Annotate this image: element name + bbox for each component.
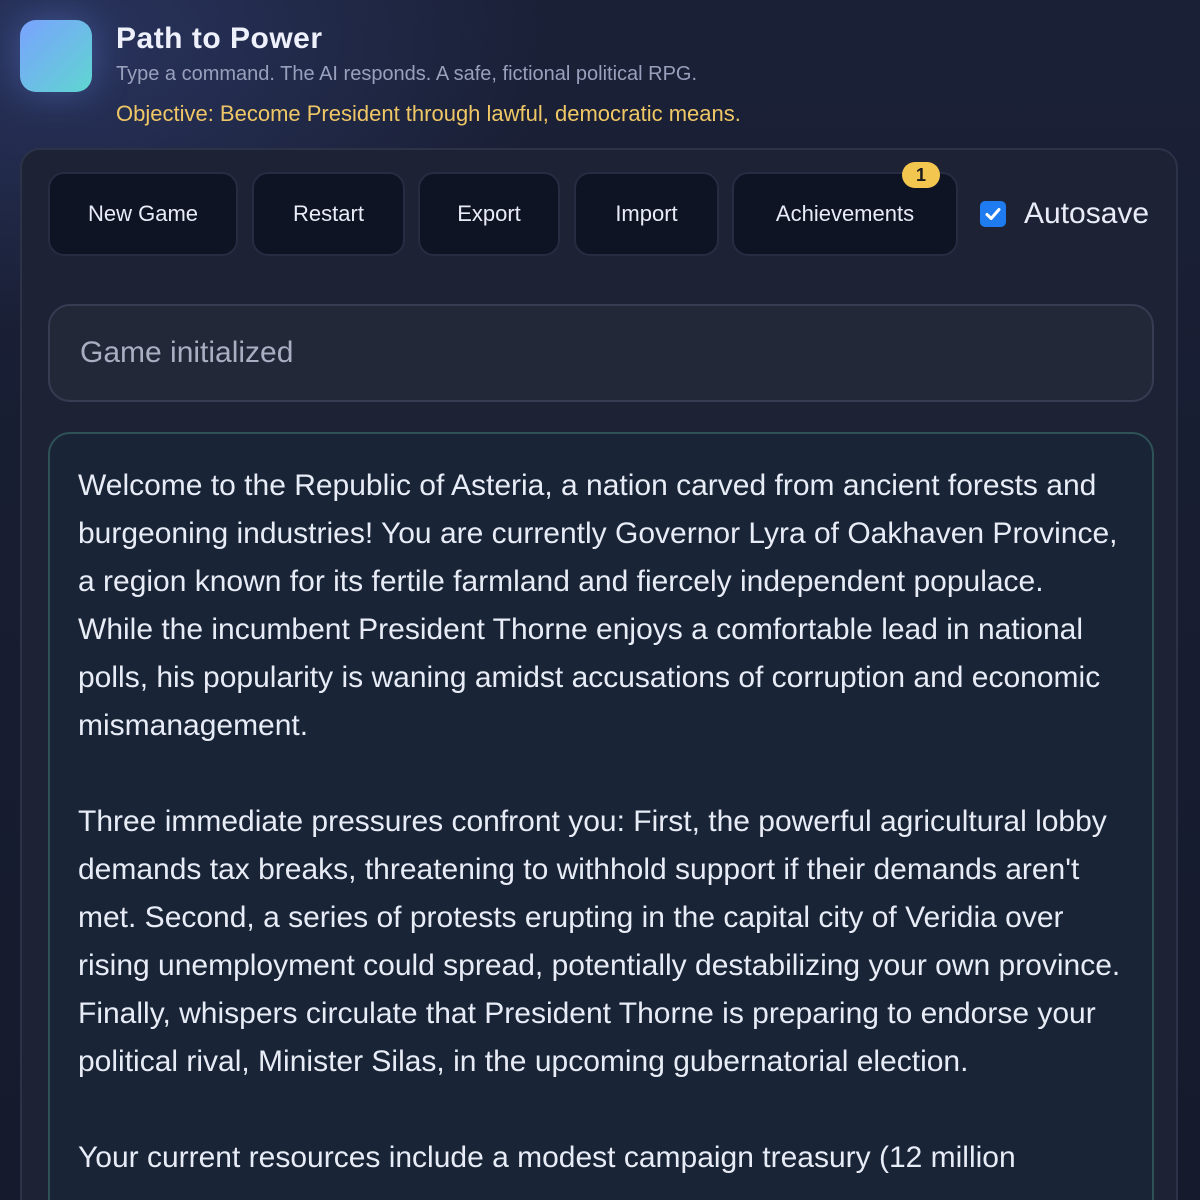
story-paragraph: Three immediate pressures confront you: … (78, 805, 1121, 1078)
achievements-label: Achievements (775, 201, 915, 226)
autosave-toggle[interactable]: Autosave (980, 172, 1149, 256)
autosave-checkbox[interactable] (980, 201, 1006, 227)
import-button[interactable]: Import (574, 172, 719, 256)
restart-button[interactable]: Restart (252, 172, 405, 256)
app-logo (20, 20, 92, 92)
export-button[interactable]: Export (418, 172, 560, 256)
story-log[interactable]: Welcome to the Republic of Asteria, a na… (48, 432, 1154, 1200)
story-paragraph: Your current resources include a modest … (78, 1141, 1016, 1174)
story-paragraph: Welcome to the Republic of Asteria, a na… (78, 469, 1118, 742)
new-game-button[interactable]: New Game (48, 172, 238, 256)
game-panel: New Game Restart Export Import Achieveme… (20, 148, 1178, 1200)
status-text: Game initialized (80, 336, 294, 369)
app-header: Path to Power Type a command. The AI res… (20, 20, 1180, 132)
checkmark-icon (985, 208, 1001, 220)
app-subtitle: Type a command. The AI responds. A safe,… (116, 63, 698, 85)
autosave-label: Autosave (1024, 197, 1150, 230)
app-title: Path to Power (116, 22, 323, 55)
objective-text: Objective: Become President through lawf… (116, 101, 741, 126)
toolbar: New Game Restart Export Import Achieveme… (48, 162, 1152, 258)
achievements-button[interactable]: Achievements 1 (732, 162, 958, 256)
achievements-count-badge: 1 (902, 162, 940, 188)
status-bar: Game initialized (48, 304, 1154, 402)
